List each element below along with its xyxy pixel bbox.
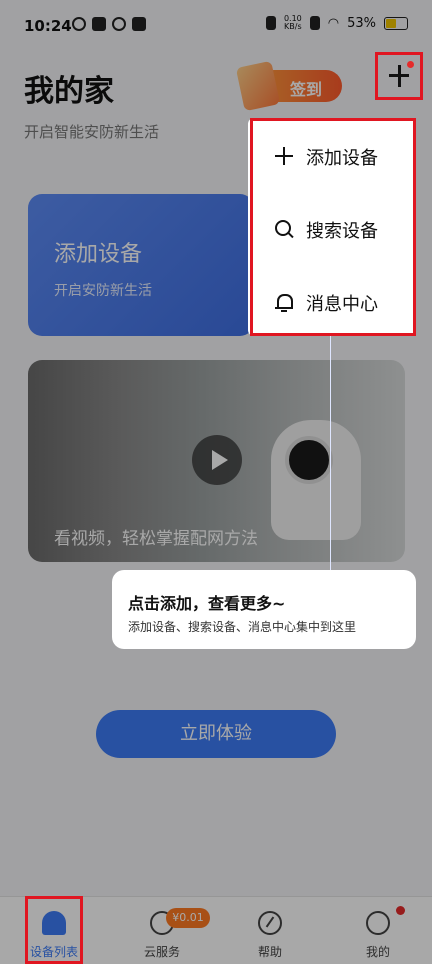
search-icon [274,219,294,239]
guide-tooltip: 点击添加，查看更多~ 添加设备、搜索设备、消息中心集中到这里 [112,570,416,649]
notification-dot [407,61,414,68]
menu-item-label: 添加设备 [306,148,378,169]
menu-item-label: 搜索设备 [306,221,378,242]
tab-highlight-box [25,896,83,964]
menu-item-message-center[interactable]: 消息中心 [248,266,415,338]
guide-connector-line [330,336,331,571]
menu-item-search-device[interactable]: 搜索设备 [248,193,415,265]
tooltip-body: 添加设备、搜索设备、消息中心集中到这里 [128,620,357,634]
tooltip-title: 点击添加，查看更多~ [128,594,286,613]
plus-icon [274,146,294,166]
menu-item-add-device[interactable]: 添加设备 [248,120,415,192]
plus-icon-v [398,65,401,87]
menu-item-label: 消息中心 [306,294,378,315]
add-dropdown-menu: 添加设备 搜索设备 消息中心 [248,118,415,336]
add-menu-button[interactable] [375,52,423,100]
bell-icon [274,292,294,312]
